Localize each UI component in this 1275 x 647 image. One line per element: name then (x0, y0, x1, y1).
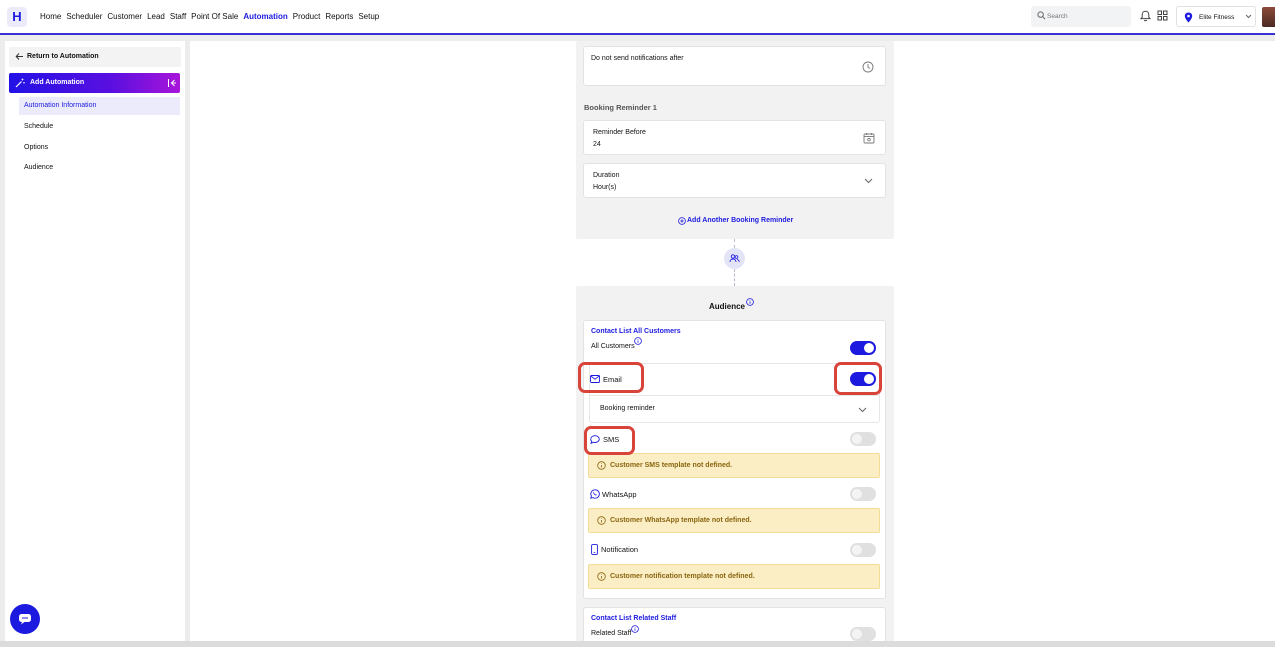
email-template-value: Booking reminder (600, 405, 655, 412)
quiet-hours-field[interactable]: Do not send notifications after (583, 46, 886, 86)
users-icon (729, 254, 740, 263)
add-automation-label: Add Automation (30, 79, 85, 86)
top-navbar: H Home Scheduler Customer Lead Staff Poi… (0, 0, 1275, 35)
horizontal-scrollbar[interactable] (0, 641, 1275, 647)
nav-item-point-of-sale[interactable]: Point Of Sale (191, 12, 238, 21)
sidebar-item-automation-information[interactable]: Automation Information (19, 97, 180, 115)
sms-toggle[interactable] (850, 432, 876, 446)
main-nav: Home Scheduler Customer Lead Staff Point… (40, 12, 384, 21)
chevron-down-icon (864, 178, 873, 184)
info-icon[interactable] (746, 298, 754, 306)
sidebar-item-schedule[interactable]: Schedule (19, 118, 180, 136)
audience-title: Audience (709, 302, 746, 311)
add-automation-header: Add Automation (9, 73, 180, 93)
reminder-before-value: 24 (593, 141, 601, 148)
customers-list-heading: Contact List All Customers (591, 328, 681, 335)
whatsapp-label: WhatsApp (602, 490, 637, 499)
sidebar-item-label: Options (24, 144, 49, 151)
search-icon (1037, 11, 1046, 20)
notification-warning-text: Customer notification template not defin… (610, 573, 755, 580)
flow-connector (734, 269, 735, 286)
duration-select[interactable]: Duration Hour(s) (583, 163, 886, 198)
support-chat-button[interactable] (10, 604, 40, 634)
toggle-knob (852, 434, 862, 444)
staff-list-heading: Contact List Related Staff (591, 615, 677, 622)
duration-value: Hour(s) (593, 184, 617, 191)
highlight-sms (584, 426, 635, 455)
reminder-before-field[interactable]: Reminder Before 24 (583, 120, 886, 155)
info-icon (597, 461, 606, 470)
sidebar-item-label: Audience (24, 164, 54, 171)
calendar-icon (863, 133, 875, 144)
search-input[interactable]: Search (1031, 6, 1131, 27)
location-name: Elite Fitness (1199, 14, 1235, 21)
magic-wand-icon (15, 78, 25, 88)
related-staff-toggle[interactable] (850, 627, 876, 641)
add-booking-reminder-label: Add Another Booking Reminder (687, 217, 794, 224)
whatsapp-toggle[interactable] (850, 487, 876, 501)
toggle-knob (852, 629, 862, 639)
nav-item-reports[interactable]: Reports (325, 12, 353, 21)
email-template-select[interactable]: Booking reminder (590, 396, 879, 422)
sms-warning-text: Customer SMS template not defined. (610, 462, 733, 469)
reminder-before-label: Reminder Before (593, 129, 646, 136)
apps-grid-icon[interactable] (1157, 10, 1168, 21)
info-icon (597, 516, 606, 525)
related-staff-label: Related Staff (591, 630, 632, 637)
clock-icon (862, 61, 874, 73)
nav-item-scheduler[interactable]: Scheduler (66, 12, 102, 21)
sms-warning: Customer SMS template not defined. (588, 453, 880, 478)
nav-item-staff[interactable]: Staff (170, 12, 186, 21)
toggle-knob (852, 489, 862, 499)
sidebar-item-audience[interactable]: Audience (19, 159, 180, 177)
info-icon[interactable] (634, 337, 642, 345)
sidebar-item-options[interactable]: Options (19, 139, 180, 157)
quiet-hours-label: Do not send notifications after (591, 55, 684, 62)
nav-item-home[interactable]: Home (40, 12, 61, 21)
arrow-left-icon (15, 53, 23, 60)
toggle-knob (852, 545, 862, 555)
whatsapp-warning-text: Customer WhatsApp template not defined. (610, 517, 752, 524)
chevron-down-icon (1245, 14, 1252, 19)
return-to-automation-button[interactable]: Return to Automation (9, 47, 181, 67)
highlight-email-toggle (834, 362, 882, 395)
toggle-knob (864, 343, 874, 353)
notification-toggle[interactable] (850, 543, 876, 557)
bell-icon[interactable] (1140, 10, 1151, 22)
flow-node (724, 248, 745, 269)
collapse-sidebar-icon[interactable] (167, 78, 177, 88)
info-icon (597, 572, 606, 581)
location-selector[interactable]: Elite Fitness (1176, 6, 1256, 27)
all-customers-toggle[interactable] (850, 341, 876, 355)
nav-item-setup[interactable]: Setup (358, 12, 379, 21)
whatsapp-warning: Customer WhatsApp template not defined. (588, 508, 880, 533)
chat-icon (19, 614, 31, 625)
info-icon[interactable] (631, 625, 639, 633)
nav-item-customer[interactable]: Customer (107, 12, 142, 21)
chevron-down-icon (858, 407, 867, 413)
app-logo[interactable]: H (7, 7, 27, 27)
sidebar: Return to Automation Add Automation Auto… (5, 41, 185, 641)
highlight-email (578, 362, 644, 393)
booking-reminder-title: Booking Reminder 1 (584, 103, 657, 112)
avatar[interactable] (1262, 7, 1275, 27)
duration-label: Duration (593, 172, 620, 179)
nav-item-product[interactable]: Product (293, 12, 321, 21)
all-customers-label: All Customers (591, 343, 635, 350)
whatsapp-icon (590, 489, 600, 499)
nav-item-lead[interactable]: Lead (147, 12, 165, 21)
location-pin-icon (1184, 12, 1193, 23)
nav-item-automation[interactable]: Automation (243, 12, 287, 21)
plus-circle-icon (678, 217, 686, 225)
notification-warning: Customer notification template not defin… (588, 564, 880, 589)
sidebar-item-label: Schedule (24, 123, 54, 130)
return-label: Return to Automation (27, 53, 99, 60)
mobile-phone-icon (591, 544, 598, 555)
search-placeholder: Search (1047, 13, 1068, 20)
flow-connector (734, 239, 735, 248)
sidebar-item-label: Automation Information (24, 102, 97, 109)
notification-label: Notification (601, 545, 639, 554)
